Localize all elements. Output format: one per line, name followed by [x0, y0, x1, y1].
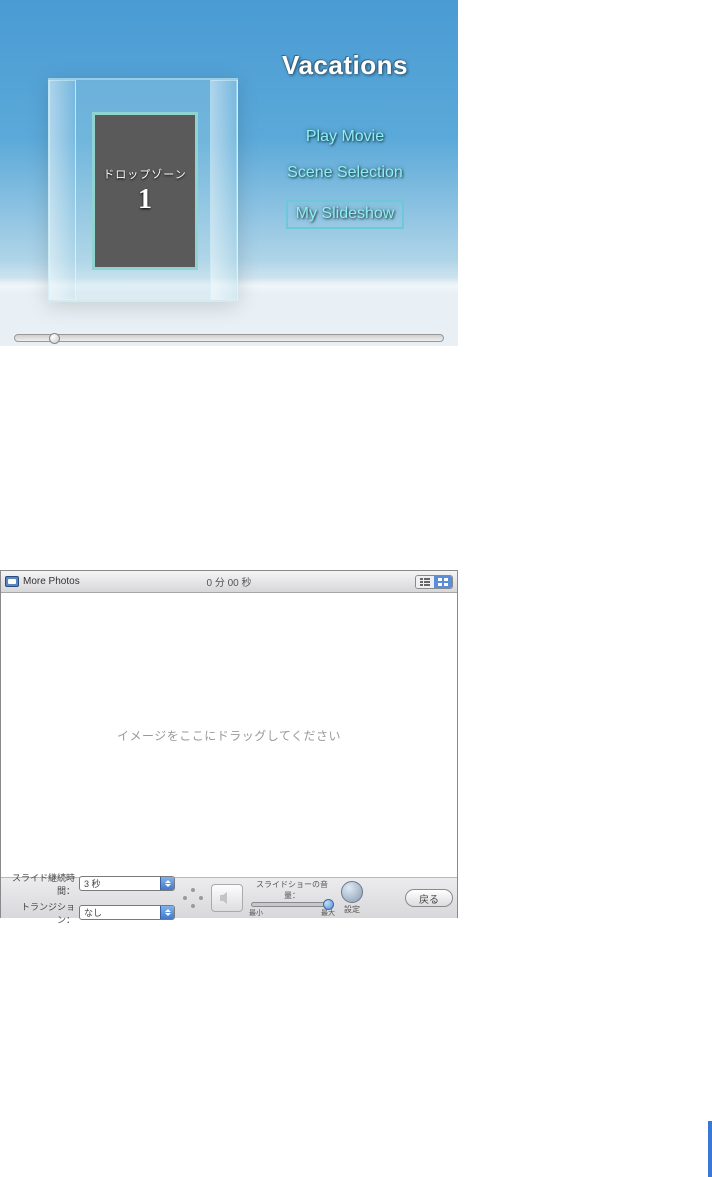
volume-thumb[interactable] — [323, 899, 334, 910]
menu-my-slideshow-label: My Slideshow — [286, 200, 405, 229]
settings-button[interactable]: 設定 — [341, 881, 363, 915]
slideshow-name-block[interactable]: More Photos — [5, 576, 80, 587]
audio-preview-button[interactable] — [211, 884, 243, 912]
volume-title: スライドショーの音量： — [249, 879, 335, 901]
volume-min-label: 最小 — [249, 908, 263, 918]
transition-value: なし — [84, 906, 102, 919]
slideshow-duration-display: 0 分 00 秒 — [206, 574, 251, 589]
duration-select[interactable]: 3 秒 — [79, 876, 175, 891]
slideshow-name: More Photos — [23, 576, 80, 587]
drop-prompt: イメージをここにドラッグしてください — [117, 727, 341, 744]
duration-value: 3 秒 — [84, 877, 101, 890]
list-view-button[interactable] — [416, 576, 434, 588]
drop-zone-label: ドロップゾーン — [103, 166, 186, 182]
slide-settings-fields: スライド継続時間： 3 秒 トランジション： なし — [5, 871, 175, 926]
menu-my-slideshow[interactable]: My Slideshow — [260, 200, 430, 229]
slideshow-header: More Photos 0 分 00 秒 — [1, 571, 457, 593]
settings-label: 設定 — [344, 904, 360, 915]
glass-frame: ドロップゾーン 1 — [48, 78, 238, 302]
back-button-label: 戻る — [419, 891, 439, 906]
slideshow-controls: スライド継続時間： 3 秒 トランジション： なし — [1, 878, 457, 918]
menu-scene-selection[interactable]: Scene Selection — [260, 164, 430, 182]
drop-zone-number: 1 — [138, 184, 152, 216]
volume-slider[interactable] — [251, 902, 333, 907]
volume-control: スライドショーの音量： 最小 最大 — [249, 879, 335, 918]
dvd-menu-preview: ドロップゾーン 1 Vacations Play Movie Scene Sel… — [0, 0, 458, 346]
speaker-icon — [219, 891, 235, 905]
transition-label: トランジション： — [5, 900, 75, 926]
preview-scrubber[interactable] — [14, 334, 444, 342]
dvd-title: Vacations — [260, 50, 430, 81]
menu-play-movie[interactable]: Play Movie — [260, 128, 430, 146]
view-toggle — [415, 575, 453, 589]
stepper-arrows-icon — [160, 877, 174, 890]
dvd-menu: Play Movie Scene Selection My Slideshow — [260, 128, 430, 247]
drop-zone-1[interactable]: ドロップゾーン 1 — [92, 112, 198, 270]
gear-icon — [341, 881, 363, 903]
stepper-arrows-icon — [160, 906, 174, 919]
slideshow-editor: More Photos 0 分 00 秒 イメージをここにドラッグしてください … — [0, 570, 458, 918]
duration-label: スライド継続時間： — [5, 871, 75, 897]
transition-select[interactable]: なし — [79, 905, 175, 920]
slideshow-drop-canvas[interactable]: イメージをここにドラッグしてください — [1, 593, 457, 878]
back-button[interactable]: 戻る — [405, 889, 453, 907]
grid-view-button[interactable] — [434, 576, 452, 588]
page-edge-decoration — [708, 1121, 712, 1177]
nudge-control[interactable] — [181, 886, 205, 910]
photo-icon — [5, 576, 19, 587]
